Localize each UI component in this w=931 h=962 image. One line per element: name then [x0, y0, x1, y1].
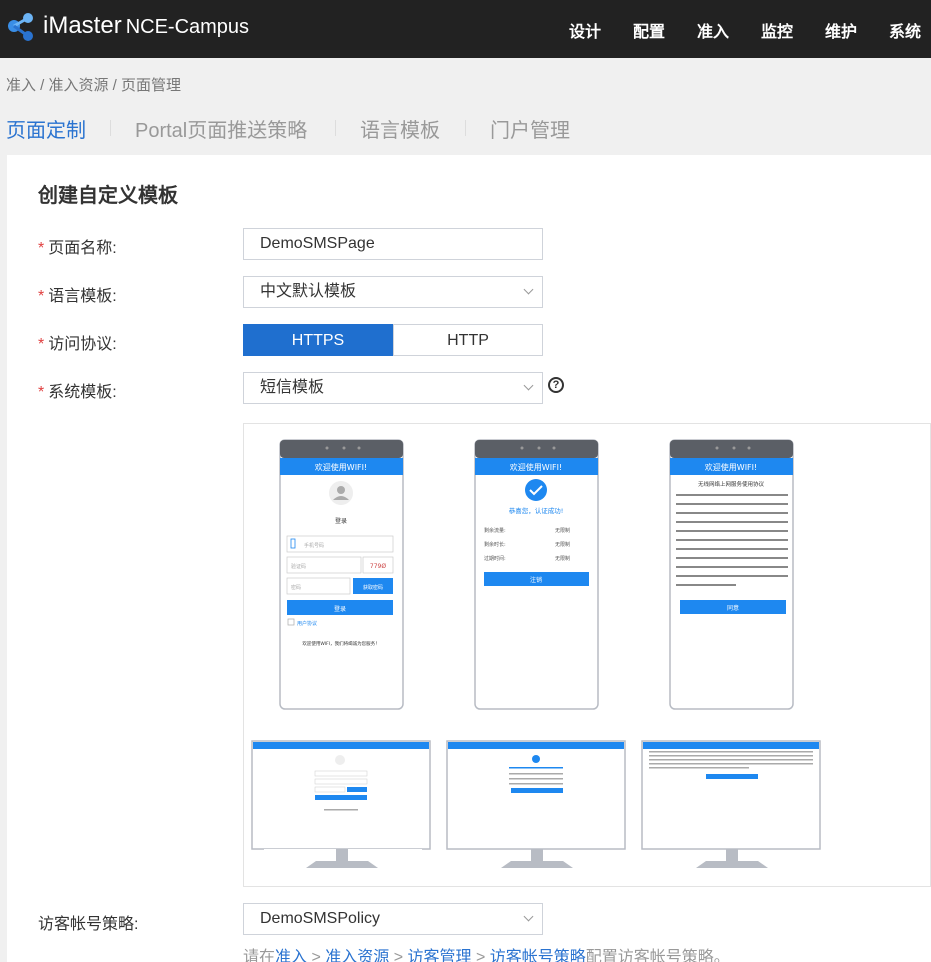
hint-link-access-resources[interactable]: 准入资源: [325, 949, 389, 962]
phone1-agree-text: 用户协议: [297, 620, 317, 627]
logo-icon: [4, 10, 36, 44]
language-template-label-text: 语言模板:: [48, 288, 116, 305]
phone2-row-label: 剩余时长:: [484, 541, 506, 548]
phone2-header: 欢迎使用WIFI!: [510, 462, 562, 472]
language-template-select[interactable]: 中文默认模板: [243, 276, 543, 308]
hint-link-access[interactable]: 准入: [275, 949, 307, 962]
language-template-value: 中文默认模板: [260, 283, 356, 300]
tab-divider: [110, 120, 111, 136]
phone1-phone-placeholder: 手机号码: [304, 542, 324, 549]
phone1-login-label: 登录: [335, 517, 347, 525]
protocol-http-button[interactable]: HTTP: [393, 324, 543, 356]
protocol-label-text: 访问协议:: [48, 336, 116, 353]
phone-preview-success: 欢迎使用WIFI! 恭喜您，认证成功! 剩余流量: 无限制 剩余时长: 无限制 …: [475, 440, 598, 709]
hint-suffix: 配置访客帐号策略。: [586, 949, 730, 962]
tab-portal-push-policy[interactable]: Portal页面推送策略: [135, 114, 307, 143]
required-mark: *: [38, 384, 44, 401]
phone1-captcha-placeholder: 验证码: [291, 563, 306, 570]
top-bar: iMasterNCE-Campus 设计 配置 准入 监控 维护 系统: [0, 0, 931, 58]
hint-separator: >: [472, 949, 490, 962]
nav-item-access[interactable]: 准入: [697, 18, 729, 42]
chevron-down-icon: [524, 381, 534, 391]
system-template-label: *系统模板:: [38, 378, 117, 402]
breadcrumb[interactable]: 准入 / 准入资源 / 页面管理: [6, 74, 181, 95]
guest-policy-value: DemoSMSPolicy: [260, 910, 380, 927]
phone1-get-code-button: 获取密码: [363, 584, 383, 591]
protocol-label: *访问协议:: [38, 330, 117, 354]
phone2-row-label: 剩余流量:: [484, 527, 506, 534]
nav-item-design[interactable]: 设计: [569, 18, 601, 42]
help-icon[interactable]: ?: [548, 377, 564, 393]
hint-prefix: 请在: [243, 949, 275, 962]
page-name-input[interactable]: [243, 228, 543, 260]
phone2-row-label: 过期时间:: [484, 555, 506, 562]
phone2-row-value: 无限制: [555, 555, 570, 562]
phone1-header: 欢迎使用WIFI!: [315, 462, 367, 472]
nav-item-config[interactable]: 配置: [633, 18, 665, 42]
pc-preview-terms: [642, 741, 820, 868]
brand-title: iMasterNCE-Campus: [43, 12, 249, 40]
hint-link-guest-policy[interactable]: 访客帐号策略: [490, 949, 586, 962]
phone1-footer-text: 欢迎使用WIFI，我们将竭诚为您服务！: [302, 640, 379, 647]
pc-preview-login: [252, 741, 430, 868]
phone3-header: 欢迎使用WIFI!: [705, 462, 757, 472]
phone3-agree-button: 同意: [727, 604, 739, 612]
chevron-down-icon: [524, 285, 534, 295]
guest-policy-select[interactable]: DemoSMSPolicy: [243, 903, 543, 935]
nav-item-maintenance[interactable]: 维护: [825, 18, 857, 42]
template-preview: 欢迎使用WIFI! 登录 手机号码 验证码 779Ø 密码 获取密码 登录: [243, 423, 931, 887]
required-mark: *: [38, 240, 44, 257]
hint-separator: >: [389, 949, 407, 962]
phone2-row-value: 无限制: [555, 541, 570, 548]
page-name-label: *页面名称:: [38, 234, 117, 258]
preview-canvas: 欢迎使用WIFI! 登录 手机号码 验证码 779Ø 密码 获取密码 登录: [244, 424, 931, 888]
hint-separator: >: [307, 949, 325, 962]
phone1-code-placeholder: 密码: [291, 584, 301, 591]
language-template-label: *语言模板:: [38, 282, 117, 306]
system-template-value: 短信模板: [260, 379, 324, 396]
phone2-row-value: 无限制: [555, 527, 570, 534]
chevron-down-icon: [524, 912, 534, 922]
protocol-toggle: HTTPS HTTP: [243, 324, 543, 356]
nav-item-system[interactable]: 系统: [889, 18, 921, 42]
pc-preview-success: [447, 741, 625, 868]
phone2-logout-button: 注销: [530, 576, 542, 584]
phone1-login-button: 登录: [334, 605, 346, 613]
form-panel: 创建自定义模板 *页面名称: *语言模板: 中文默认模板 *访问协议: HTTP…: [7, 155, 931, 962]
guest-policy-hint: 请在准入 > 准入资源 > 访客管理 > 访客帐号策略配置访客帐号策略。: [243, 943, 730, 962]
hint-link-guest-management[interactable]: 访客管理: [408, 949, 472, 962]
phone-preview-terms: 欢迎使用WIFI! 无线网络上网服务使用协议 同意: [670, 440, 793, 709]
page-name-label-text: 页面名称:: [48, 240, 116, 257]
tab-divider: [465, 120, 466, 136]
system-template-select[interactable]: 短信模板: [243, 372, 543, 404]
phone3-terms-title: 无线网络上网服务使用协议: [698, 480, 765, 488]
phone-preview-login: 欢迎使用WIFI! 登录 手机号码 验证码 779Ø 密码 获取密码 登录: [280, 440, 403, 709]
phone2-success-text: 恭喜您，认证成功!: [509, 506, 564, 515]
nav-item-monitor[interactable]: 监控: [761, 18, 793, 42]
system-template-label-text: 系统模板:: [48, 384, 116, 401]
phone1-captcha-image: 779Ø: [370, 563, 386, 570]
tab-portal-management[interactable]: 门户管理: [490, 114, 570, 143]
guest-policy-label: 访客帐号策略:: [38, 910, 138, 934]
panel-title: 创建自定义模板: [38, 179, 178, 208]
brand-name: iMaster: [43, 12, 122, 39]
product-name: NCE-Campus: [126, 16, 249, 38]
tab-divider: [335, 120, 336, 136]
tab-page-customization[interactable]: 页面定制: [6, 114, 86, 143]
required-mark: *: [38, 288, 44, 305]
required-mark: *: [38, 336, 44, 353]
tab-language-template[interactable]: 语言模板: [360, 114, 440, 143]
protocol-https-button[interactable]: HTTPS: [243, 324, 393, 356]
